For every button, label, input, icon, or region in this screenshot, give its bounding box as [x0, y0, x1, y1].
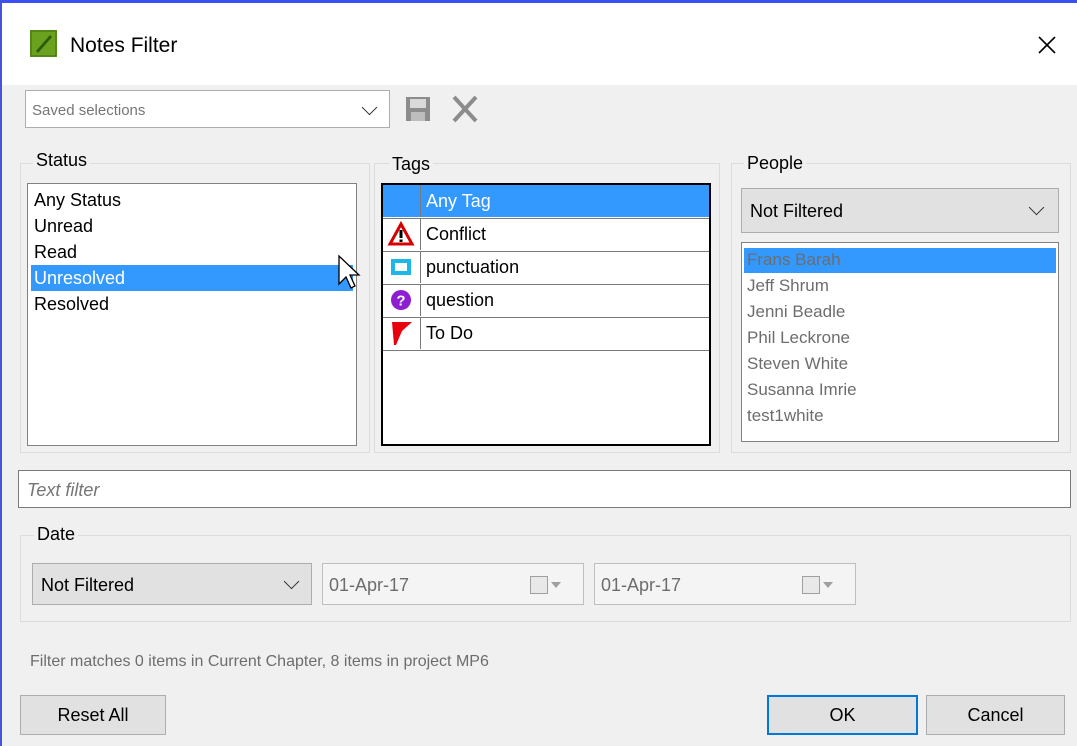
tag-icon-cell — [383, 251, 421, 283]
text-filter-input[interactable] — [25, 477, 1059, 503]
warning-triangle-icon — [387, 220, 415, 246]
cancel-button[interactable]: Cancel — [926, 695, 1065, 735]
people-item-jeff-shrum[interactable]: Jeff Shrum — [747, 273, 829, 299]
ok-button[interactable]: OK — [767, 695, 918, 735]
tag-icon-cell — [383, 185, 421, 217]
tag-label: Any Tag — [426, 191, 491, 211]
red-flag-icon — [392, 322, 412, 345]
tag-icon-cell — [383, 317, 421, 349]
app-icon — [30, 30, 57, 57]
chevron-down-icon — [1028, 199, 1045, 216]
chevron-down-icon — [823, 582, 833, 588]
status-listbox[interactable]: Any Status Unread Read Unresolved Resolv… — [27, 183, 357, 446]
people-item-test1white[interactable]: test1white — [747, 403, 824, 429]
date-to-value: 01-Apr-17 — [601, 575, 682, 595]
people-item-frans-barah[interactable]: Frans Barah — [747, 247, 841, 273]
date-from-picker[interactable]: 01-Apr-17 — [322, 563, 584, 605]
tag-row-any-tag[interactable]: Any Tag — [383, 185, 709, 219]
status-item-unresolved[interactable]: Unresolved — [31, 265, 353, 291]
mouse-cursor-icon — [337, 254, 361, 294]
window-title: Notes Filter — [70, 34, 178, 57]
tag-row-punctuation[interactable]: punctuation — [383, 251, 709, 285]
status-item-read[interactable]: Read — [34, 239, 77, 265]
tag-row-to-do[interactable]: To Do — [383, 317, 709, 351]
chevron-down-icon — [361, 99, 378, 116]
saved-selections-input[interactable] — [30, 97, 354, 123]
chevron-down-icon — [551, 582, 561, 588]
status-item-unread[interactable]: Unread — [34, 213, 93, 239]
tags-legend: Tags — [389, 154, 434, 175]
reset-all-button[interactable]: Reset All — [20, 695, 166, 735]
tag-label: Conflict — [426, 224, 487, 244]
calendar-icon — [802, 576, 820, 594]
people-legend: People — [744, 153, 807, 174]
saved-selections-combo[interactable] — [25, 90, 390, 128]
people-item-jenni-beadle[interactable]: Jenni Beadle — [747, 299, 845, 325]
people-filter-value: Not Filtered — [750, 201, 844, 221]
close-icon[interactable] — [1030, 28, 1064, 62]
tag-label: question — [426, 290, 495, 310]
people-item-susanna-imrie[interactable]: Susanna Imrie — [747, 377, 857, 403]
question-circle-icon: ? — [391, 290, 411, 310]
svg-text:?: ? — [396, 293, 405, 310]
tag-row-conflict[interactable]: Conflict — [383, 218, 709, 252]
status-item-resolved[interactable]: Resolved — [34, 291, 109, 317]
text-filter-box[interactable] — [18, 470, 1071, 508]
delete-icon[interactable] — [445, 90, 485, 128]
tag-label: punctuation — [426, 257, 520, 277]
chevron-down-icon — [283, 573, 300, 590]
tag-label: To Do — [426, 323, 474, 343]
save-icon[interactable] — [398, 90, 438, 128]
status-item-label: Unresolved — [34, 268, 126, 288]
date-filter-value: Not Filtered — [41, 575, 135, 595]
date-from-value: 01-Apr-17 — [329, 575, 410, 595]
tag-icon-cell — [383, 218, 421, 250]
tag-row-question[interactable]: ? question — [383, 284, 709, 318]
people-filter-select[interactable]: Not Filtered — [741, 188, 1059, 233]
people-listbox[interactable]: Frans Barah Jeff Shrum Jenni Beadle Phil… — [741, 242, 1059, 442]
status-item-any-status[interactable]: Any Status — [34, 187, 121, 213]
tags-grid[interactable]: Any Tag Conflict punctuation ? question … — [381, 183, 711, 446]
date-filter-select[interactable]: Not Filtered — [32, 563, 312, 605]
date-to-picker[interactable]: 01-Apr-17 — [594, 563, 856, 605]
punctuation-box-icon — [391, 259, 411, 275]
status-legend: Status — [33, 150, 91, 171]
date-legend: Date — [34, 524, 79, 545]
filter-status-text: Filter matches 0 items in Current Chapte… — [30, 653, 489, 670]
tag-icon-cell: ? — [383, 284, 421, 316]
people-item-phil-leckrone[interactable]: Phil Leckrone — [747, 325, 850, 351]
people-item-steven-white[interactable]: Steven White — [747, 351, 848, 377]
calendar-icon — [530, 576, 548, 594]
window-border-left — [0, 0, 2, 746]
